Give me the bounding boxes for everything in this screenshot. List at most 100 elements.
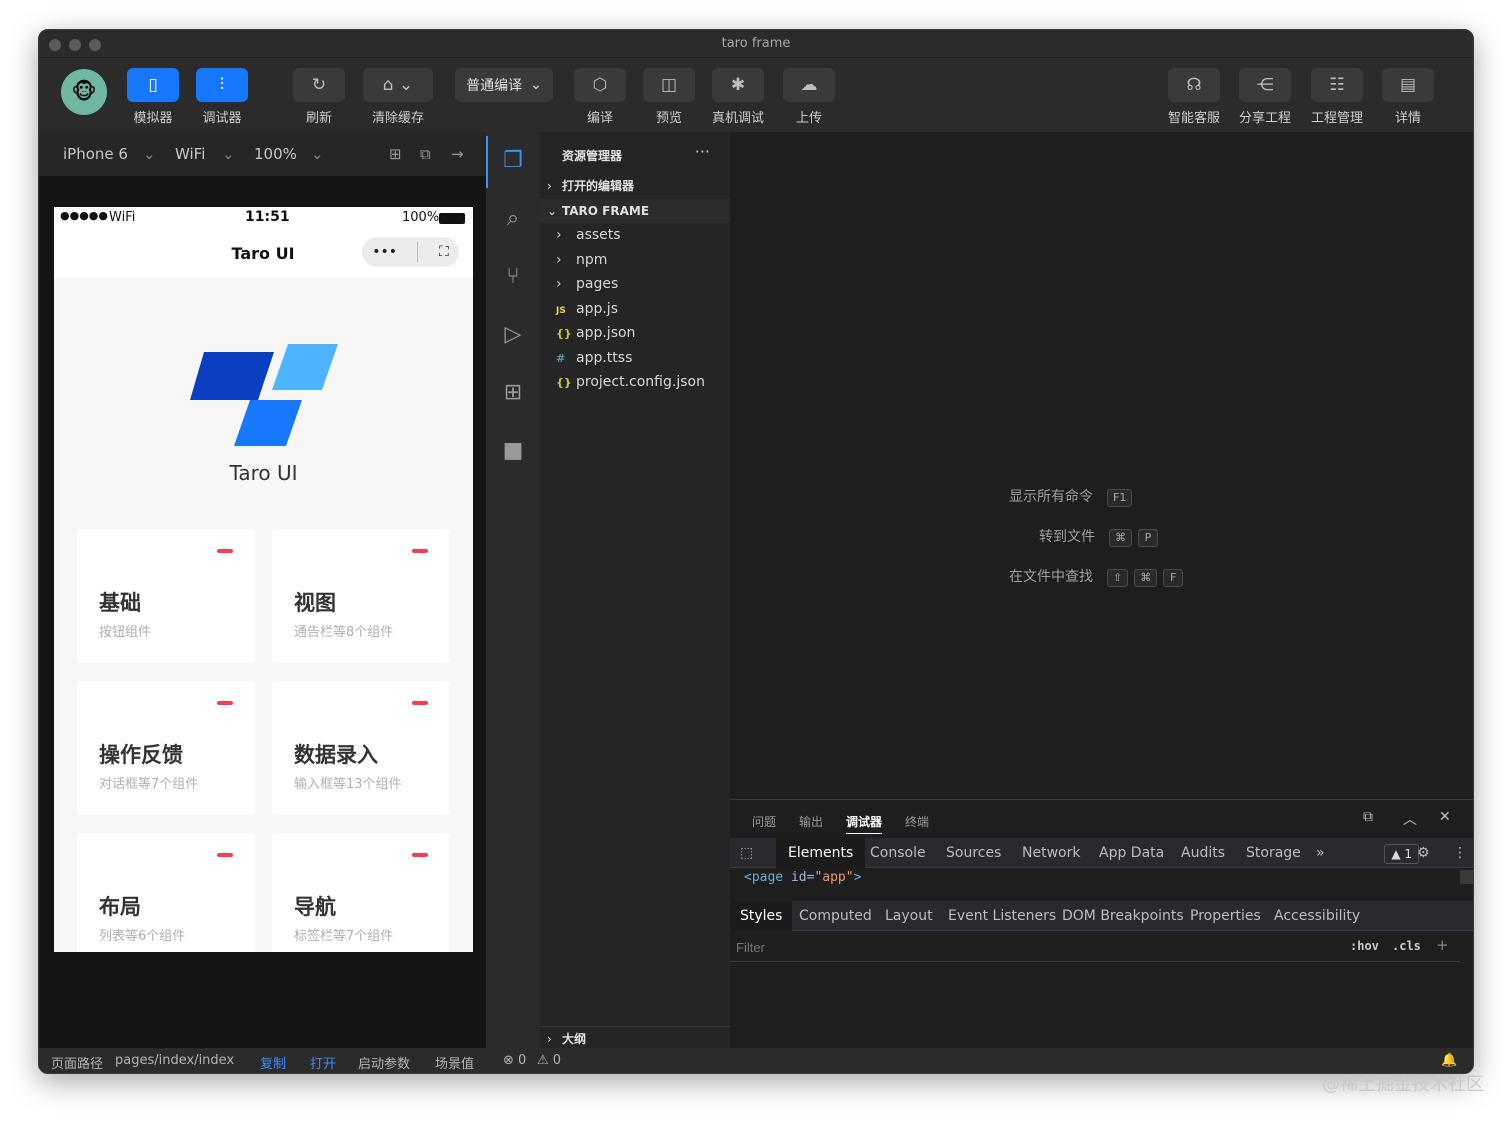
search-icon[interactable]: ⌕ bbox=[499, 204, 527, 232]
tab-properties[interactable]: Properties bbox=[1190, 908, 1261, 924]
tab-app-data[interactable]: App Data bbox=[1099, 845, 1164, 861]
outline-section[interactable]: › 大纲 bbox=[540, 1026, 730, 1050]
card-feedback[interactable]: 操作反馈 对话框等7个组件 bbox=[77, 681, 255, 815]
tab-output[interactable]: 输出 bbox=[799, 813, 823, 830]
card-title: 数据录入 bbox=[294, 743, 378, 767]
simulator-button[interactable]: ▯ 模拟器 bbox=[127, 68, 179, 126]
card-navigation[interactable]: 导航 标签栏等7个组件 bbox=[272, 833, 450, 952]
more-tabs-icon[interactable]: » bbox=[1316, 845, 1325, 861]
dom-attr-name: id bbox=[790, 870, 807, 885]
dom-node[interactable]: <page id="app"> bbox=[744, 870, 861, 885]
scrollbar-thumb[interactable] bbox=[1460, 870, 1473, 884]
tab-problems[interactable]: 问题 bbox=[752, 813, 776, 830]
refresh-button[interactable]: ↻ 刷新 bbox=[293, 68, 345, 126]
warning-count[interactable]: ⚠ 0 bbox=[537, 1053, 561, 1068]
card-title: 导航 bbox=[294, 895, 336, 919]
bell-icon[interactable]: 🔔 bbox=[1441, 1053, 1457, 1068]
gear-icon[interactable]: ⚙ bbox=[1417, 845, 1430, 861]
command-find-in-files[interactable]: 在文件中查找 ⇧ ⌘ F bbox=[1009, 566, 1184, 588]
user-avatar[interactable]: 🐵 bbox=[61, 69, 107, 115]
tree-file-app-json[interactable]: {} app.json bbox=[556, 321, 635, 345]
dom-tag: <page bbox=[744, 870, 784, 885]
inspect-icon[interactable]: ⬚ bbox=[740, 845, 753, 861]
source-control-icon[interactable]: ⑂ bbox=[499, 262, 527, 290]
close-icon[interactable]: ✕ bbox=[1439, 809, 1451, 825]
tree-folder-assets[interactable]: › assets bbox=[556, 223, 621, 247]
cls-toggle[interactable]: .cls bbox=[1392, 939, 1421, 953]
filter-input[interactable] bbox=[736, 938, 1036, 956]
error-count[interactable]: ⊗ 0 bbox=[503, 1053, 526, 1068]
tab-layout[interactable]: Layout bbox=[885, 908, 933, 924]
tab-network[interactable]: Network bbox=[1022, 845, 1080, 861]
battery-icon bbox=[439, 213, 465, 224]
tab-sources[interactable]: Sources bbox=[946, 845, 1001, 861]
chevron-down-icon: ⌄ bbox=[222, 145, 235, 163]
share-button[interactable]: ⋲ 分享工程 bbox=[1239, 68, 1291, 126]
open-link[interactable]: 打开 bbox=[310, 1053, 336, 1072]
tree-folder-pages[interactable]: › pages bbox=[556, 272, 618, 296]
tab-debugger[interactable]: 调试器 bbox=[846, 813, 883, 834]
tab-audits[interactable]: Audits bbox=[1181, 845, 1225, 861]
card-indicator bbox=[412, 549, 428, 553]
kebab-menu-icon[interactable]: ⋮ bbox=[1453, 845, 1467, 861]
tree-file-project-config[interactable]: {} project.config.json bbox=[556, 370, 705, 394]
open-editors-section[interactable]: › 打开的编辑器 bbox=[540, 174, 730, 198]
zoom-select[interactable]: 100% bbox=[254, 145, 297, 163]
device-select[interactable]: iPhone 6 bbox=[63, 145, 128, 163]
run-debug-icon[interactable]: ▷ bbox=[499, 320, 527, 348]
popout-icon[interactable]: ⧉ bbox=[420, 145, 431, 163]
tab-dom-breakpoints[interactable]: DOM Breakpoints bbox=[1062, 908, 1184, 924]
tab-styles[interactable]: Styles bbox=[730, 901, 793, 931]
tab-computed[interactable]: Computed bbox=[799, 908, 872, 924]
tab-terminal[interactable]: 终端 bbox=[905, 813, 929, 830]
tab-elements[interactable]: Elements bbox=[776, 838, 866, 868]
tree-file-app-js[interactable]: JS app.js bbox=[556, 297, 618, 321]
tree-folder-npm[interactable]: › npm bbox=[556, 248, 607, 272]
clear-cache-button[interactable]: ⌂ ⌄ 清除缓存 bbox=[363, 68, 433, 126]
window-title: taro frame bbox=[721, 36, 791, 51]
more-icon[interactable]: ••• bbox=[372, 244, 397, 260]
command-show-all[interactable]: 显示所有命令 F1 bbox=[1009, 486, 1133, 508]
more-icon[interactable]: ··· bbox=[695, 142, 710, 161]
hov-toggle[interactable]: :hov bbox=[1350, 939, 1379, 953]
add-rule-icon[interactable]: + bbox=[1436, 936, 1449, 954]
command-goto-file[interactable]: 转到文件 ⌘ P bbox=[1039, 526, 1158, 548]
warning-badge[interactable]: ▲ 1 bbox=[1384, 844, 1419, 864]
copy-link[interactable]: 复制 bbox=[260, 1053, 286, 1072]
files-icon[interactable]: ❐ bbox=[499, 146, 527, 174]
compile-mode-select[interactable]: 普通编译 ⌄ bbox=[455, 68, 553, 102]
card-layout[interactable]: 布局 列表等6个组件 bbox=[77, 833, 255, 952]
scene-button[interactable]: 场景值 bbox=[435, 1053, 474, 1072]
debugger-button[interactable]: ⫶ 调试器 bbox=[196, 68, 248, 126]
device-debug-button[interactable]: ✱ 真机调试 bbox=[712, 68, 764, 126]
card-basic[interactable]: 基础 按钮组件 bbox=[77, 529, 255, 663]
grid-icon[interactable]: ⊞ bbox=[389, 145, 402, 163]
chevron-up-icon[interactable]: ︿ bbox=[1403, 809, 1417, 829]
project-section[interactable]: ⌄ TARO FRAME bbox=[540, 199, 730, 223]
card-view[interactable]: 视图 通告栏等8个组件 bbox=[272, 529, 450, 663]
extensions-icon[interactable]: ⊞ bbox=[499, 378, 527, 406]
storage-icon[interactable]: ■ bbox=[499, 436, 527, 464]
tab-storage[interactable]: Storage bbox=[1246, 845, 1301, 861]
capsule-menu[interactable]: ••• ⛶ bbox=[362, 237, 459, 267]
tree-file-app-ttss[interactable]: # app.ttss bbox=[556, 346, 632, 370]
dock-icon[interactable]: ⧉ bbox=[1363, 809, 1373, 825]
arrow-right-icon[interactable]: → bbox=[451, 145, 464, 163]
upload-button[interactable]: ☁ 上传 bbox=[783, 68, 835, 126]
project-mgmt-button[interactable]: ☷ 工程管理 bbox=[1311, 68, 1363, 126]
tab-accessibility[interactable]: Accessibility bbox=[1274, 908, 1360, 924]
card-data-entry[interactable]: 数据录入 输入框等13个组件 bbox=[272, 681, 450, 815]
tab-console[interactable]: Console bbox=[870, 845, 926, 861]
details-button[interactable]: ▤ 详情 bbox=[1382, 68, 1434, 126]
support-button[interactable]: ☊ 智能客服 bbox=[1168, 68, 1220, 126]
file-name: assets bbox=[576, 227, 621, 243]
compile-button[interactable]: ⬡ 编译 bbox=[574, 68, 626, 126]
fullscreen-icon[interactable]: ⛶ bbox=[439, 244, 449, 260]
card-subtitle: 按钮组件 bbox=[99, 625, 152, 640]
network-select[interactable]: WiFi bbox=[175, 145, 205, 163]
json-file-icon: {} bbox=[556, 327, 572, 340]
launch-params-button[interactable]: 启动参数 bbox=[358, 1053, 410, 1072]
clear-cache-label: 清除缓存 bbox=[371, 111, 424, 126]
preview-button[interactable]: ◫ 预览 bbox=[643, 68, 695, 126]
tab-event-listeners[interactable]: Event Listeners bbox=[948, 908, 1056, 924]
